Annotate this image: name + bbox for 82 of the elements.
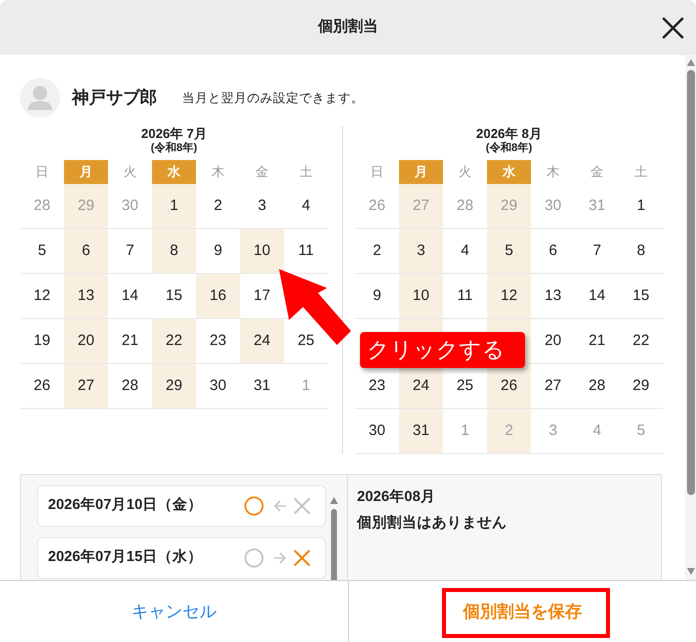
- dialog-title: 個別割当: [316, 17, 379, 38]
- date-cell[interactable]: 31: [240, 364, 284, 408]
- date-cell[interactable]: 12: [20, 274, 64, 318]
- date-cell[interactable]: 22: [619, 319, 663, 363]
- arrow-left-icon: [273, 499, 287, 513]
- era-label: (令和8年): [150, 142, 198, 155]
- scrollbar[interactable]: [685, 55, 696, 580]
- arrow-right-icon: [273, 551, 287, 565]
- date-cell[interactable]: 1: [152, 184, 196, 228]
- scroll-up-icon[interactable]: [686, 59, 694, 66]
- date-cell[interactable]: 12: [487, 274, 531, 318]
- date-cell[interactable]: 11: [443, 274, 487, 318]
- date-cell[interactable]: 7: [108, 229, 152, 273]
- date-cell[interactable]: 25: [284, 319, 328, 363]
- date-cell[interactable]: 31: [399, 409, 443, 453]
- date-cell[interactable]: 24: [240, 319, 284, 363]
- cross-icon[interactable]: [293, 497, 311, 515]
- date-cell[interactable]: 26: [487, 364, 531, 408]
- date-cell[interactable]: 28: [108, 364, 152, 408]
- empty-message: 個別割当はありません: [357, 514, 507, 533]
- date-cell[interactable]: 6: [531, 229, 575, 273]
- assignment-date: 2026年07月15日（水）: [48, 548, 204, 568]
- date-cell[interactable]: 3: [240, 184, 284, 228]
- date-cell[interactable]: 1: [619, 184, 663, 228]
- date-cell[interactable]: 14: [575, 274, 619, 318]
- date-cell[interactable]: 2: [355, 229, 399, 273]
- date-cell[interactable]: 4: [284, 184, 328, 228]
- avatar-icon: [20, 78, 60, 118]
- date-cell[interactable]: 5: [487, 229, 531, 273]
- date-cell[interactable]: 27: [531, 364, 575, 408]
- date-cell[interactable]: 9: [355, 274, 399, 318]
- date-cell[interactable]: 29: [152, 364, 196, 408]
- date-cell[interactable]: 7: [575, 229, 619, 273]
- assignment-item[interactable]: 2026年07月10日（金）: [37, 485, 326, 527]
- date-cell[interactable]: 9: [196, 229, 240, 273]
- date-cell[interactable]: 6: [64, 229, 108, 273]
- date-cell[interactable]: 21: [575, 319, 619, 363]
- circle-icon[interactable]: [244, 548, 264, 568]
- date-cell[interactable]: 8: [152, 229, 196, 273]
- date-cell[interactable]: 20: [64, 319, 108, 363]
- date-cell[interactable]: 4: [443, 229, 487, 273]
- date-cell[interactable]: 2: [196, 184, 240, 228]
- assignment-date: 2026年07月10日（金）: [48, 496, 204, 516]
- date-cell[interactable]: 5: [20, 229, 64, 273]
- month-title: 2026年 8月: [475, 126, 543, 142]
- hint-text: 当月と翌月のみ設定できます。: [182, 90, 364, 107]
- date-cell[interactable]: 19: [20, 319, 64, 363]
- date-cell[interactable]: 28: [575, 364, 619, 408]
- date-cell[interactable]: 29: [619, 364, 663, 408]
- date-cell[interactable]: 8: [619, 229, 663, 273]
- date-cell[interactable]: 16: [196, 274, 240, 318]
- date-cell[interactable]: 22: [152, 319, 196, 363]
- date-cell[interactable]: 10: [399, 274, 443, 318]
- date-cell[interactable]: 26: [20, 364, 64, 408]
- date-cell[interactable]: 30: [355, 409, 399, 453]
- date-cell[interactable]: 20: [531, 319, 575, 363]
- date-cell[interactable]: 15: [152, 274, 196, 318]
- date-cell[interactable]: 3: [399, 229, 443, 273]
- scrollbar-thumb[interactable]: [686, 70, 694, 495]
- date-cell[interactable]: 14: [108, 274, 152, 318]
- date-cell[interactable]: 17: [240, 274, 284, 318]
- circle-icon[interactable]: [244, 496, 264, 516]
- scroll-up-icon[interactable]: [330, 497, 338, 504]
- date-cell[interactable]: 21: [108, 319, 152, 363]
- date-cell[interactable]: 11: [284, 229, 328, 273]
- assignment-item[interactable]: 2026年07月15日（水）: [37, 537, 326, 579]
- month-heading: 2026年08月: [357, 488, 436, 507]
- date-cell[interactable]: 13: [531, 274, 575, 318]
- date-cell[interactable]: 10: [240, 229, 284, 273]
- date-cell[interactable]: 30: [196, 364, 240, 408]
- date-cell[interactable]: 23: [196, 319, 240, 363]
- era-label: (令和8年): [484, 142, 534, 155]
- callout-tooltip: クリックする: [360, 332, 525, 368]
- cross-icon[interactable]: [293, 549, 311, 567]
- user-name: 神戸サブ郎: [72, 87, 157, 110]
- date-cell[interactable]: 13: [64, 274, 108, 318]
- month-title: 2026年 7月: [140, 126, 208, 142]
- date-cell[interactable]: 27: [64, 364, 108, 408]
- date-cell[interactable]: 15: [619, 274, 663, 318]
- close-icon: [662, 16, 684, 38]
- scroll-down-icon[interactable]: [686, 568, 694, 575]
- close-button[interactable]: [660, 14, 686, 40]
